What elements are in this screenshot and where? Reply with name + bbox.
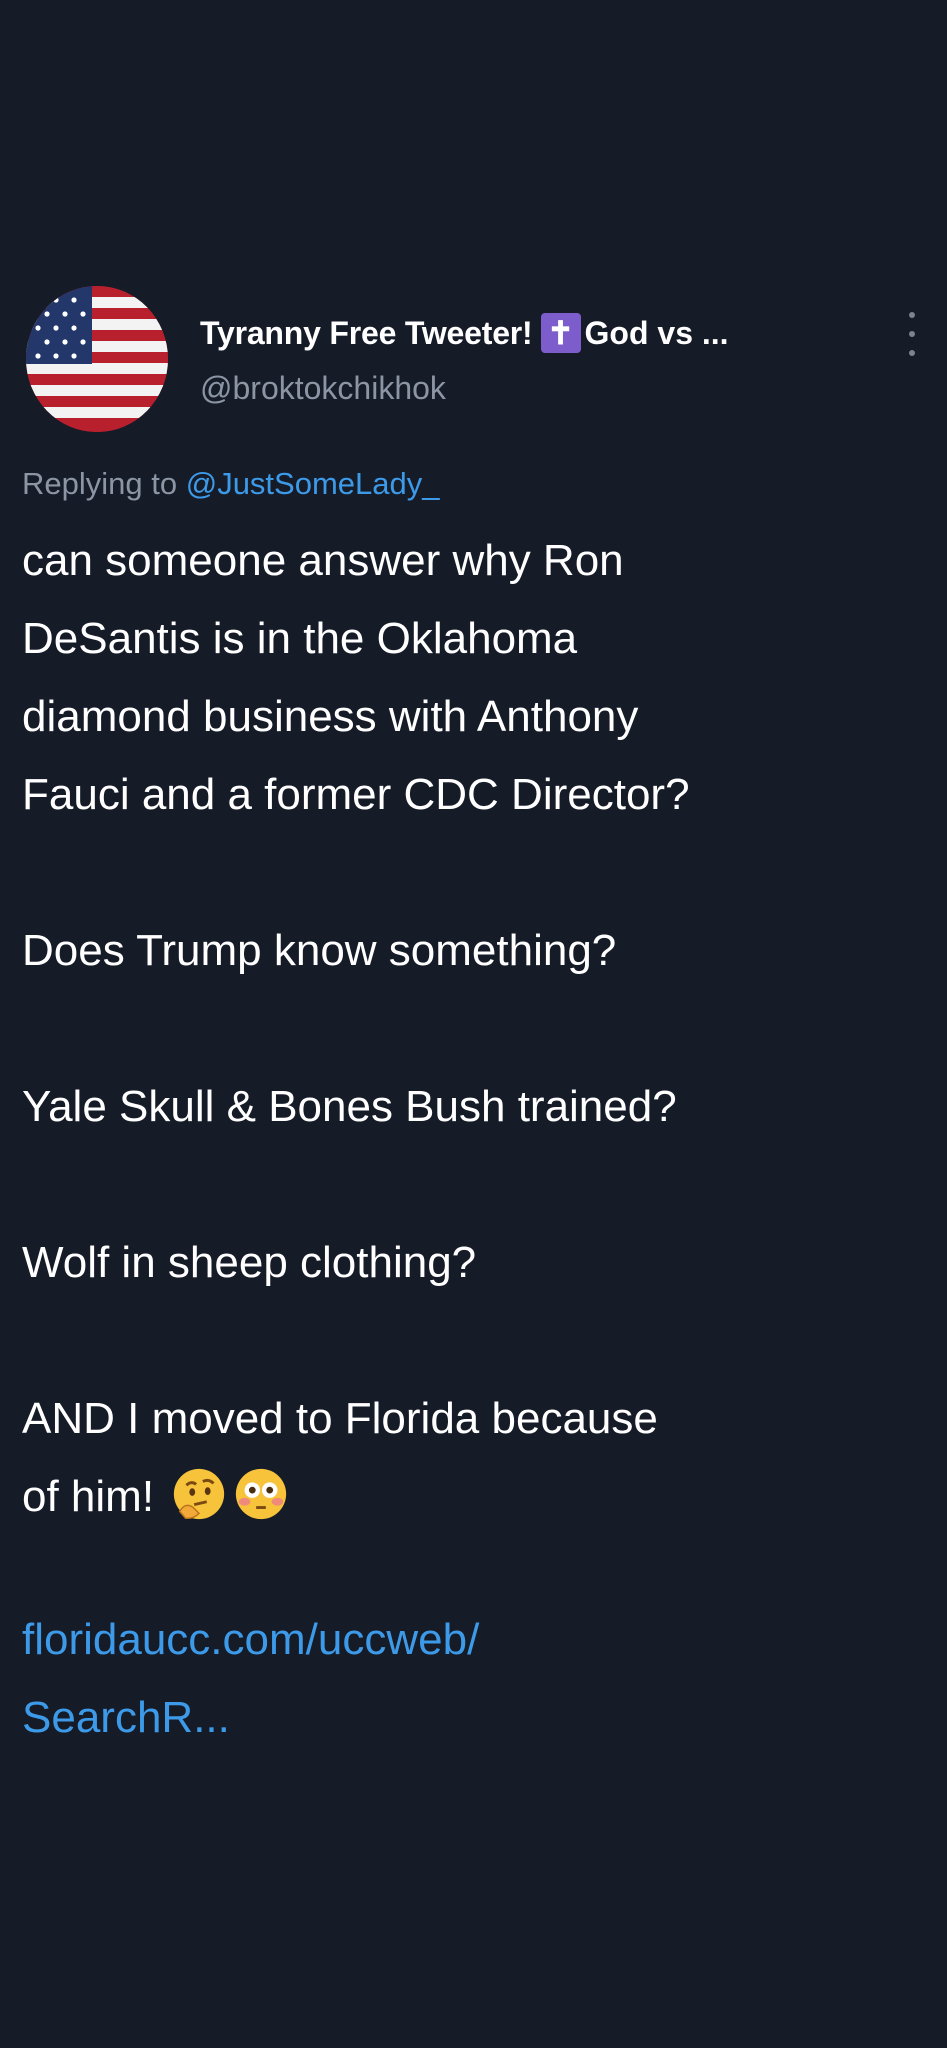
tweet-text-line: Yale Skull & Bones Bush trained? bbox=[22, 1082, 677, 1131]
tweet-body: can someone answer why Ron DeSantis is i… bbox=[22, 522, 937, 1536]
more-options-icon[interactable] bbox=[902, 312, 922, 356]
tweet-text-line: AND I moved to Florida because bbox=[22, 1394, 658, 1443]
author-handle[interactable]: @broktokchikhok bbox=[200, 370, 446, 407]
replying-prefix: Replying to bbox=[22, 466, 178, 501]
cross-badge-icon: ✝ bbox=[540, 313, 581, 353]
tweet-text-line: of him! bbox=[22, 1472, 155, 1521]
link-text-line[interactable]: SearchR... bbox=[22, 1679, 922, 1757]
tweet-link[interactable]: floridaucc.com/uccweb/ SearchR... bbox=[22, 1601, 922, 1757]
more-dot bbox=[909, 312, 915, 318]
us-flag-icon bbox=[26, 286, 168, 432]
tweet-text-line: Does Trump know something? bbox=[22, 926, 617, 975]
tweet-text-line: can someone answer why Ron bbox=[22, 536, 624, 585]
tweet-text-line-with-emoji: of him! bbox=[22, 1458, 937, 1536]
tweet-card: Tyranny Free Tweeter! ✝ God vs ... @brok… bbox=[0, 0, 947, 2048]
link-text-line[interactable]: floridaucc.com/uccweb/ bbox=[22, 1601, 922, 1679]
more-dot bbox=[909, 331, 915, 337]
display-name-suffix[interactable]: God vs ... bbox=[585, 315, 729, 352]
tweet-text-line: Fauci and a former CDC Director? bbox=[22, 770, 690, 819]
tweet-text-line: diamond business with Anthony bbox=[22, 692, 639, 741]
thinking-face-emoji-icon bbox=[174, 1468, 225, 1520]
tweet-text-line: Wolf in sheep clothing? bbox=[22, 1238, 477, 1287]
flushed-face-emoji-icon bbox=[236, 1468, 287, 1520]
more-dot bbox=[909, 350, 915, 356]
replying-to: Replying to @JustSomeLady_ bbox=[22, 466, 440, 502]
replying-mention-link[interactable]: @JustSomeLady_ bbox=[186, 466, 440, 501]
tweet-text-line: DeSantis is in the Oklahoma bbox=[22, 614, 578, 663]
avatar[interactable] bbox=[26, 286, 168, 432]
display-name[interactable]: Tyranny Free Tweeter! bbox=[200, 315, 533, 352]
author-name-row[interactable]: Tyranny Free Tweeter! ✝ God vs ... bbox=[200, 310, 880, 356]
